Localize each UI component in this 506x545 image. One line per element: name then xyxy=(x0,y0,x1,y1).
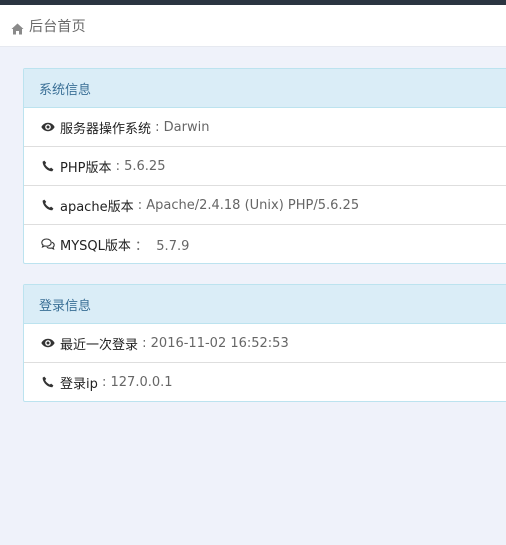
list-item: 最近一次登录 : 2016-11-02 16:52:53 xyxy=(24,324,506,363)
login-ip-label: 登录ip xyxy=(60,376,98,392)
last-login-value: : 2016-11-02 16:52:53 xyxy=(138,335,289,351)
php-version-label: PHP版本 xyxy=(60,160,112,176)
system-info-heading: 系统信息 xyxy=(24,69,506,108)
login-info-panel: 登录信息 最近一次登录 : 2016-11-02 16:52:53 登录ip :… xyxy=(23,284,506,402)
list-item: apache版本 : Apache/2.4.18 (Unix) PHP/5.6.… xyxy=(24,186,506,225)
apache-version-value: : Apache/2.4.18 (Unix) PHP/5.6.25 xyxy=(133,197,360,213)
breadcrumb-home-link[interactable]: 后台首页 xyxy=(29,16,86,36)
mysql-version-label: MYSQL版本 xyxy=(60,238,131,254)
os-label: 服务器操作系统 xyxy=(60,121,152,137)
system-info-panel: 系统信息 服务器操作系统 : Darwin PHP版本 : 5.6.25 apa… xyxy=(23,68,506,264)
phone-icon xyxy=(41,198,55,212)
apache-version-label: apache版本 xyxy=(60,199,134,215)
home-icon[interactable] xyxy=(11,20,24,34)
list-item: 服务器操作系统 : Darwin xyxy=(24,108,506,147)
eye-icon xyxy=(41,120,55,134)
login-ip-value: : 127.0.0.1 xyxy=(97,374,173,390)
os-value: : Darwin xyxy=(151,119,210,135)
phone-icon xyxy=(41,159,55,173)
list-item: PHP版本 : 5.6.25 xyxy=(24,147,506,186)
mysql-version-value: ： 5.7.9 xyxy=(130,238,190,254)
php-version-value: : 5.6.25 xyxy=(111,158,166,174)
eye-icon xyxy=(41,336,55,350)
comments-icon xyxy=(41,237,55,251)
phone-icon xyxy=(41,375,55,389)
last-login-label: 最近一次登录 xyxy=(60,337,139,353)
login-info-heading: 登录信息 xyxy=(24,285,506,324)
list-item: 登录ip : 127.0.0.1 xyxy=(24,363,506,401)
breadcrumb: 后台首页 xyxy=(0,5,506,47)
list-item: MYSQL版本 ： 5.7.9 xyxy=(24,225,506,263)
